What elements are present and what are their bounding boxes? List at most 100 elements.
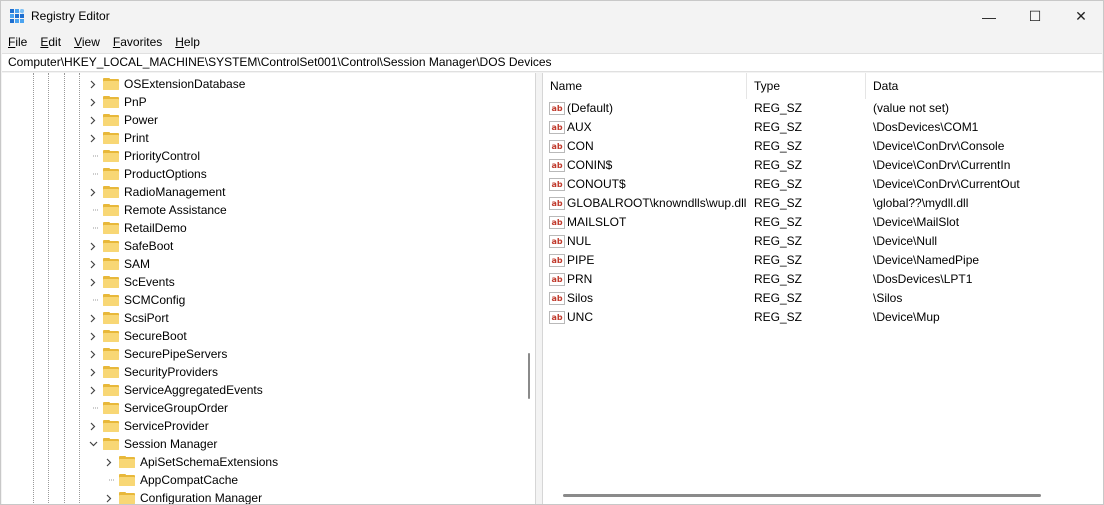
value-type: REG_SZ (754, 310, 803, 324)
tree-item-label: Configuration Manager (140, 491, 263, 505)
menu-help[interactable]: Help (168, 32, 206, 52)
list-item[interactable]: ab PIPE REG_SZ \Device\NamedPipe (543, 251, 1103, 270)
tree-item-label: Power (124, 113, 159, 127)
string-value-icon: ab (549, 254, 565, 267)
string-value-icon: ab (549, 140, 565, 153)
column-header-type[interactable]: Type (747, 73, 866, 99)
list-item[interactable]: ab UNC REG_SZ \Device\Mup (543, 308, 1103, 327)
menu-file[interactable]: File (1, 32, 33, 52)
tree-item[interactable]: ApiSetSchemaExtensions (104, 453, 278, 471)
close-button[interactable]: ✕ (1058, 1, 1103, 32)
list-header: Name Type Data (543, 73, 1103, 99)
tree-item-label: Session Manager (124, 437, 218, 451)
tree-item[interactable]: SCMConfig (88, 291, 185, 309)
tree-item[interactable]: OSExtensionDatabase (88, 75, 245, 93)
tree-item[interactable]: RadioManagement (88, 183, 225, 201)
folder-icon (103, 168, 119, 180)
value-name: NUL (567, 234, 592, 248)
list-item[interactable]: ab CON REG_SZ \Device\ConDrv\Console (543, 137, 1103, 156)
tree-item[interactable]: ServiceAggregatedEvents (88, 381, 263, 399)
chevron-right-icon[interactable] (88, 111, 98, 129)
tree-item[interactable]: Print (88, 129, 149, 147)
column-header-data[interactable]: Data (866, 73, 1103, 99)
tree-scrollbar-thumb[interactable] (528, 353, 530, 399)
list-item[interactable]: ab Silos REG_SZ \Silos (543, 289, 1103, 308)
menu-view[interactable]: View (67, 32, 106, 52)
value-name: AUX (567, 120, 592, 134)
column-header-name[interactable]: Name (543, 73, 747, 99)
tree-item[interactable]: PriorityControl (88, 147, 200, 165)
value-data: \Device\MailSlot (873, 215, 960, 229)
folder-icon (103, 240, 119, 252)
chevron-right-icon[interactable] (88, 273, 98, 291)
tree-item[interactable]: Configuration Manager (104, 489, 263, 505)
tree-item[interactable]: AppCompatCache (104, 471, 238, 489)
tree-item[interactable]: ScEvents (88, 273, 175, 291)
chevron-right-icon[interactable] (88, 309, 98, 327)
tree-item[interactable]: SafeBoot (88, 237, 173, 255)
key-tree-pane[interactable]: OSExtensionDatabase PnP Power Print Priority… (2, 73, 536, 505)
tree-item[interactable]: RetailDemo (88, 219, 187, 237)
menu-edit[interactable]: Edit (33, 32, 67, 52)
value-name: Silos (567, 291, 594, 305)
folder-icon (103, 420, 119, 432)
chevron-right-icon[interactable] (88, 75, 98, 93)
list-item[interactable]: ab AUX REG_SZ \DosDevices\COM1 (543, 118, 1103, 137)
menu-help-label: elp (183, 35, 200, 49)
tree-item[interactable]: ServiceGroupOrder (88, 399, 228, 417)
chevron-right-icon[interactable] (88, 345, 98, 363)
tree-item[interactable]: Session Manager (88, 435, 217, 453)
value-type: REG_SZ (754, 196, 803, 210)
folder-icon (103, 186, 119, 198)
value-data: \Silos (873, 291, 903, 305)
tree-item[interactable]: Remote Assistance (88, 201, 227, 219)
tree-item-label: ApiSetSchemaExtensions (140, 455, 279, 469)
tree-item[interactable]: Power (88, 111, 158, 129)
chevron-right-icon[interactable] (88, 363, 98, 381)
tree-item[interactable]: SecurePipeServers (88, 345, 227, 363)
chevron-right-icon[interactable] (88, 237, 98, 255)
folder-icon (103, 384, 119, 396)
chevron-right-icon[interactable] (88, 417, 98, 435)
list-horizontal-scrollbar[interactable] (563, 494, 1041, 497)
tree-item-label: SecureBoot (124, 329, 187, 343)
menu-favorites[interactable]: Favorites (106, 32, 168, 52)
chevron-right-icon[interactable] (88, 255, 98, 273)
list-item[interactable]: ab CONOUT$ REG_SZ \Device\ConDrv\CurrentOut (543, 175, 1103, 194)
tree-item[interactable]: SecurityProviders (88, 363, 218, 381)
folder-icon (103, 258, 119, 270)
chevron-right-icon[interactable] (88, 183, 98, 201)
tree-item[interactable]: PnP (88, 93, 147, 111)
minimize-button[interactable]: — (966, 1, 1012, 32)
chevron-right-icon[interactable] (88, 381, 98, 399)
tree-item[interactable]: ScsiPort (88, 309, 169, 327)
value-type: REG_SZ (754, 158, 803, 172)
registry-editor-window: Registry Editor — ☐ ✕ File Edit View Fav… (0, 0, 1104, 505)
tree-item[interactable]: ProductOptions (88, 165, 207, 183)
string-value-icon: ab (549, 159, 565, 172)
tree-item[interactable]: SAM (88, 255, 150, 273)
values-list-pane[interactable]: Name Type Data ab (Default) REG_SZ (value n… (542, 73, 1103, 504)
chevron-down-icon[interactable] (88, 435, 98, 453)
list-item[interactable]: ab NUL REG_SZ \Device\Null (543, 232, 1103, 251)
tree-item[interactable]: ServiceProvider (88, 417, 209, 435)
list-item[interactable]: ab (Default) REG_SZ (value not set) (543, 99, 1103, 118)
title-bar[interactable]: Registry Editor — ☐ ✕ (1, 1, 1103, 32)
registry-app-icon (10, 9, 24, 23)
chevron-right-icon[interactable] (104, 453, 114, 471)
address-bar[interactable]: Computer\HKEY_LOCAL_MACHINE\SYSTEM\Contr… (2, 53, 1102, 72)
list-item[interactable]: ab GLOBALROOT\knowndlls\wup.dll REG_SZ \glo… (543, 194, 1103, 213)
tree-item-label: SCMConfig (124, 293, 186, 307)
value-data: \Device\NamedPipe (873, 253, 980, 267)
maximize-button[interactable]: ☐ (1012, 1, 1058, 32)
chevron-right-icon[interactable] (88, 93, 98, 111)
list-item[interactable]: ab MAILSLOT REG_SZ \Device\MailSlot (543, 213, 1103, 232)
list-item[interactable]: ab CONIN$ REG_SZ \Device\ConDrv\CurrentIn (543, 156, 1103, 175)
folder-icon (103, 438, 119, 450)
list-item[interactable]: ab PRN REG_SZ \DosDevices\LPT1 (543, 270, 1103, 289)
chevron-right-icon[interactable] (104, 489, 114, 504)
value-name: GLOBALROOT\knowndlls\wup.dll (567, 196, 747, 210)
tree-item[interactable]: SecureBoot (88, 327, 187, 345)
chevron-right-icon[interactable] (88, 129, 98, 147)
chevron-right-icon[interactable] (88, 327, 98, 345)
